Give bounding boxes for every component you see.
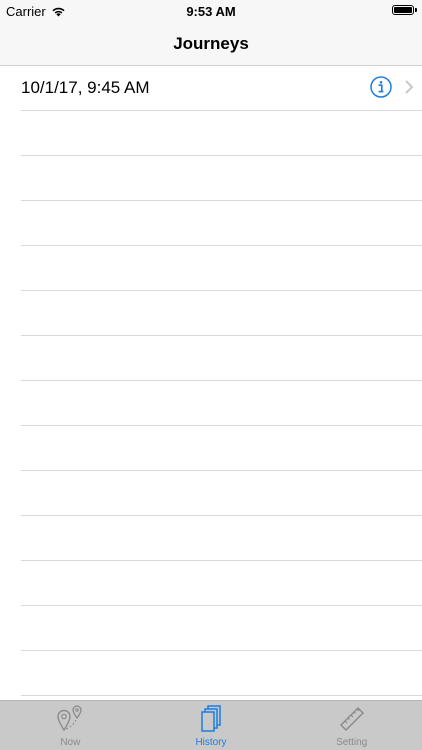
chevron-right-icon [405,80,414,94]
empty-row [21,246,422,291]
empty-row [21,336,422,381]
empty-row [21,156,422,201]
battery-tip [415,8,417,12]
journeys-list: 10/1/17, 9:45 AM [0,66,422,696]
journey-row[interactable]: 10/1/17, 9:45 AM [21,66,422,111]
info-icon[interactable] [370,76,392,98]
empty-row [21,516,422,561]
map-pin-icon [57,705,82,732]
empty-row [21,426,422,471]
stacked-pages-icon [201,705,221,732]
empty-row [21,606,422,651]
tab-history[interactable]: History [141,701,282,750]
tab-bar: Now History Setting [0,700,422,750]
battery-fill [394,7,412,13]
empty-row [21,381,422,426]
status-bar: Carrier 9:53 AM [0,0,422,22]
navigation-bar: Journeys [0,22,422,66]
ruler-icon [339,707,364,731]
tab-history-label: History [195,737,227,748]
empty-row [21,111,422,156]
empty-row [21,471,422,516]
journey-date-label: 10/1/17, 9:45 AM [21,78,150,97]
empty-row [21,201,422,246]
status-time: 9:53 AM [186,4,236,19]
empty-row [21,561,422,606]
tab-setting-label: Setting [336,737,368,748]
page-title: Journeys [173,34,249,53]
tab-setting[interactable]: Setting [281,701,422,750]
empty-row [21,291,422,336]
empty-row [21,651,422,696]
tab-now[interactable]: Now [0,701,141,750]
battery-icon [392,5,414,15]
tab-now-label: Now [60,737,81,748]
app-screen: Carrier 9:53 AM Journeys 10/1/17, 9:45 A… [0,0,422,750]
